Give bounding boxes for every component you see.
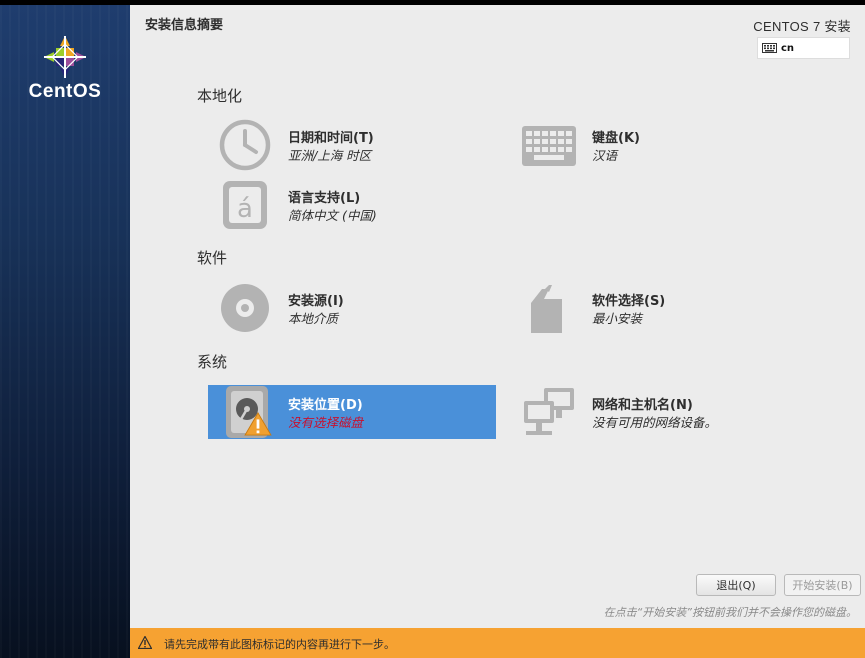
spoke-destination-status: 没有选择磁盘 (288, 415, 364, 430)
spoke-language[interactable]: á 语言支持(L) 简体中文 (中国) (208, 178, 496, 232)
spoke-install-destination[interactable]: 安装位置(D) 没有选择磁盘 (208, 385, 496, 439)
section-localization: 本地化 (197, 87, 243, 105)
spoke-install-source[interactable]: 安装源(I) 本地介质 (208, 281, 496, 335)
warning-bar-icon (138, 636, 152, 649)
keyboard-layout-indicator[interactable]: cn (757, 37, 850, 59)
spoke-keyboard[interactable]: 键盘(K) 汉语 (512, 118, 800, 172)
section-software: 软件 (197, 249, 228, 267)
keyboard-icon (522, 126, 576, 166)
spoke-language-status: 简体中文 (中国) (288, 208, 377, 223)
warning-icon (244, 412, 272, 436)
svg-text:á: á (237, 194, 253, 224)
warning-bar-text: 请先完成带有此图标标记的内容再进行下一步。 (164, 638, 395, 651)
warning-bar: 请先完成带有此图标标记的内容再进行下一步。 (130, 628, 865, 658)
page-title: 安装信息摘要 (145, 18, 224, 33)
spoke-keyboard-title: 键盘(K) (592, 131, 640, 146)
network-icon (524, 388, 574, 435)
section-system: 系统 (197, 353, 228, 371)
clock-icon (219, 119, 271, 171)
spoke-source-status: 本地介质 (288, 311, 339, 326)
package-icon (531, 285, 562, 333)
spoke-network-hostname[interactable]: 网络和主机名(N) 没有可用的网络设备。 (512, 385, 800, 439)
keyboard-layout-label: cn (781, 43, 795, 54)
spoke-software-status: 最小安装 (592, 311, 643, 326)
centos-logo-text: CentOS (28, 81, 102, 102)
spoke-software-selection[interactable]: 软件选择(S) 最小安装 (512, 281, 800, 335)
disc-icon (221, 284, 269, 332)
language-icon: á (223, 181, 267, 229)
spoke-software-title: 软件选择(S) (592, 294, 666, 309)
quit-button[interactable]: 退出(Q) (696, 574, 776, 596)
spoke-network-status: 没有可用的网络设备。 (592, 415, 718, 430)
spoke-datetime-title: 日期和时间(T) (288, 131, 374, 146)
spoke-network-title: 网络和主机名(N) (592, 398, 693, 413)
spoke-destination-title: 安装位置(D) (288, 398, 363, 413)
spoke-datetime[interactable]: 日期和时间(T) 亚洲/上海 时区 (208, 118, 496, 172)
product-title: CENTOS 7 安装 (753, 19, 851, 34)
spoke-language-title: 语言支持(L) (288, 191, 361, 206)
spoke-datetime-status: 亚洲/上海 时区 (288, 148, 372, 163)
installer-window: CentOS 安装信息摘要 CENTOS 7 安装 cn 本地化 软件 系统 日… (0, 0, 865, 658)
begin-installation-button[interactable]: 开始安装(B) (784, 574, 861, 596)
spoke-source-title: 安装源(I) (288, 294, 344, 309)
main-panel: 安装信息摘要 CENTOS 7 安装 cn 本地化 软件 系统 日期和时间(T)… (130, 5, 865, 628)
spoke-keyboard-status: 汉语 (592, 148, 618, 163)
keyboard-small-icon (762, 43, 777, 53)
sidebar: CentOS (0, 5, 130, 658)
disk-hint-text: 在点击“开始安装”按钮前我们并不会操作您的磁盘。 (603, 606, 857, 619)
centos-logo-icon (44, 36, 86, 78)
